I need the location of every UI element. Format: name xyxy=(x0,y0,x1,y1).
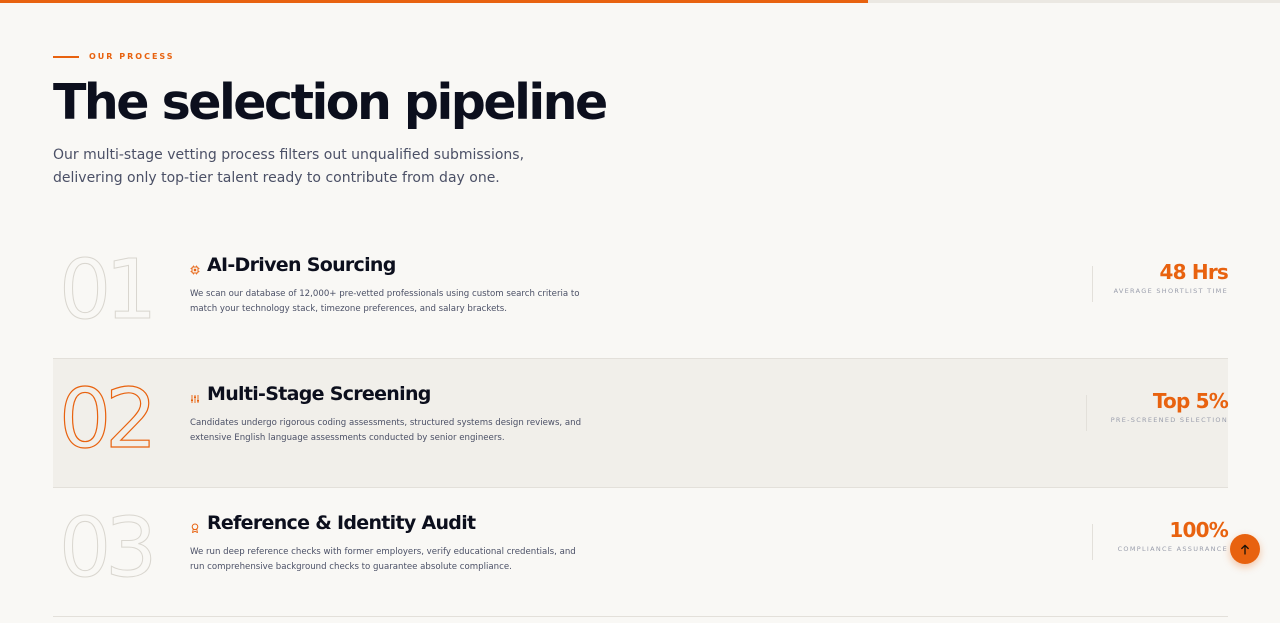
sliders-icon xyxy=(190,389,200,403)
page-title: The selection pipeline xyxy=(53,74,608,131)
page-subtitle: Our multi-stage vetting process filters … xyxy=(53,147,525,186)
metric-value: 48 Hrs xyxy=(1159,260,1228,284)
metric-label: PRE-SCREENED SELECTION xyxy=(1110,416,1228,424)
metric-value: Top 5% xyxy=(1152,389,1229,413)
stage-row[interactable]: 02 Multi-Stage Screening Candidates unde… xyxy=(53,359,1229,488)
section-eyebrow: OUR PROCESS xyxy=(53,52,175,61)
back-to-top-button[interactable] xyxy=(1230,534,1260,564)
stage-metric: Top 5% PRE-SCREENED SELECTION xyxy=(1110,389,1229,424)
stage-number: 01 xyxy=(58,243,157,338)
stage-title: Reference & Identity Audit xyxy=(207,512,476,534)
stage-divider xyxy=(1092,266,1093,302)
stage-header: AI-Driven Sourcing xyxy=(190,254,396,276)
stage-description: Candidates undergo rigorous coding asses… xyxy=(190,418,582,443)
arrow-up-icon xyxy=(1240,540,1250,559)
scroll-progress-track xyxy=(0,0,1280,3)
stage-number: 03 xyxy=(58,501,157,596)
metric-label: COMPLIANCE ASSURANCE xyxy=(1117,545,1228,553)
stage-header: Multi-Stage Screening xyxy=(190,383,431,405)
stage-divider xyxy=(1092,524,1093,560)
stage-description: We scan our database of 12,000+ pre-vett… xyxy=(190,289,580,314)
stage-header: Reference & Identity Audit xyxy=(190,512,476,534)
badge-icon xyxy=(190,518,200,534)
metric-label: AVERAGE SHORTLIST TIME xyxy=(1113,287,1228,295)
stage-title: Multi-Stage Screening xyxy=(207,383,431,405)
stage-metric: 100% COMPLIANCE ASSURANCE xyxy=(1117,518,1229,553)
chip-icon xyxy=(190,260,200,275)
stage-title: AI-Driven Sourcing xyxy=(207,254,396,276)
metric-value: 100% xyxy=(1169,518,1228,542)
eyebrow-line xyxy=(53,55,79,58)
stage-divider xyxy=(1086,395,1087,431)
scroll-progress-bar xyxy=(0,0,868,3)
stage-number: 02 xyxy=(58,372,158,467)
stage-row[interactable]: 03 Reference & Identity Audit We run dee… xyxy=(53,488,1229,617)
eyebrow-text: OUR PROCESS xyxy=(89,52,175,61)
stage-row[interactable]: 01 AI-Driven Sourcing We scan our databa… xyxy=(53,230,1229,359)
stage-metric: 48 Hrs AVERAGE SHORTLIST TIME xyxy=(1113,260,1229,295)
stage-description: We run deep reference checks with former… xyxy=(190,547,576,572)
